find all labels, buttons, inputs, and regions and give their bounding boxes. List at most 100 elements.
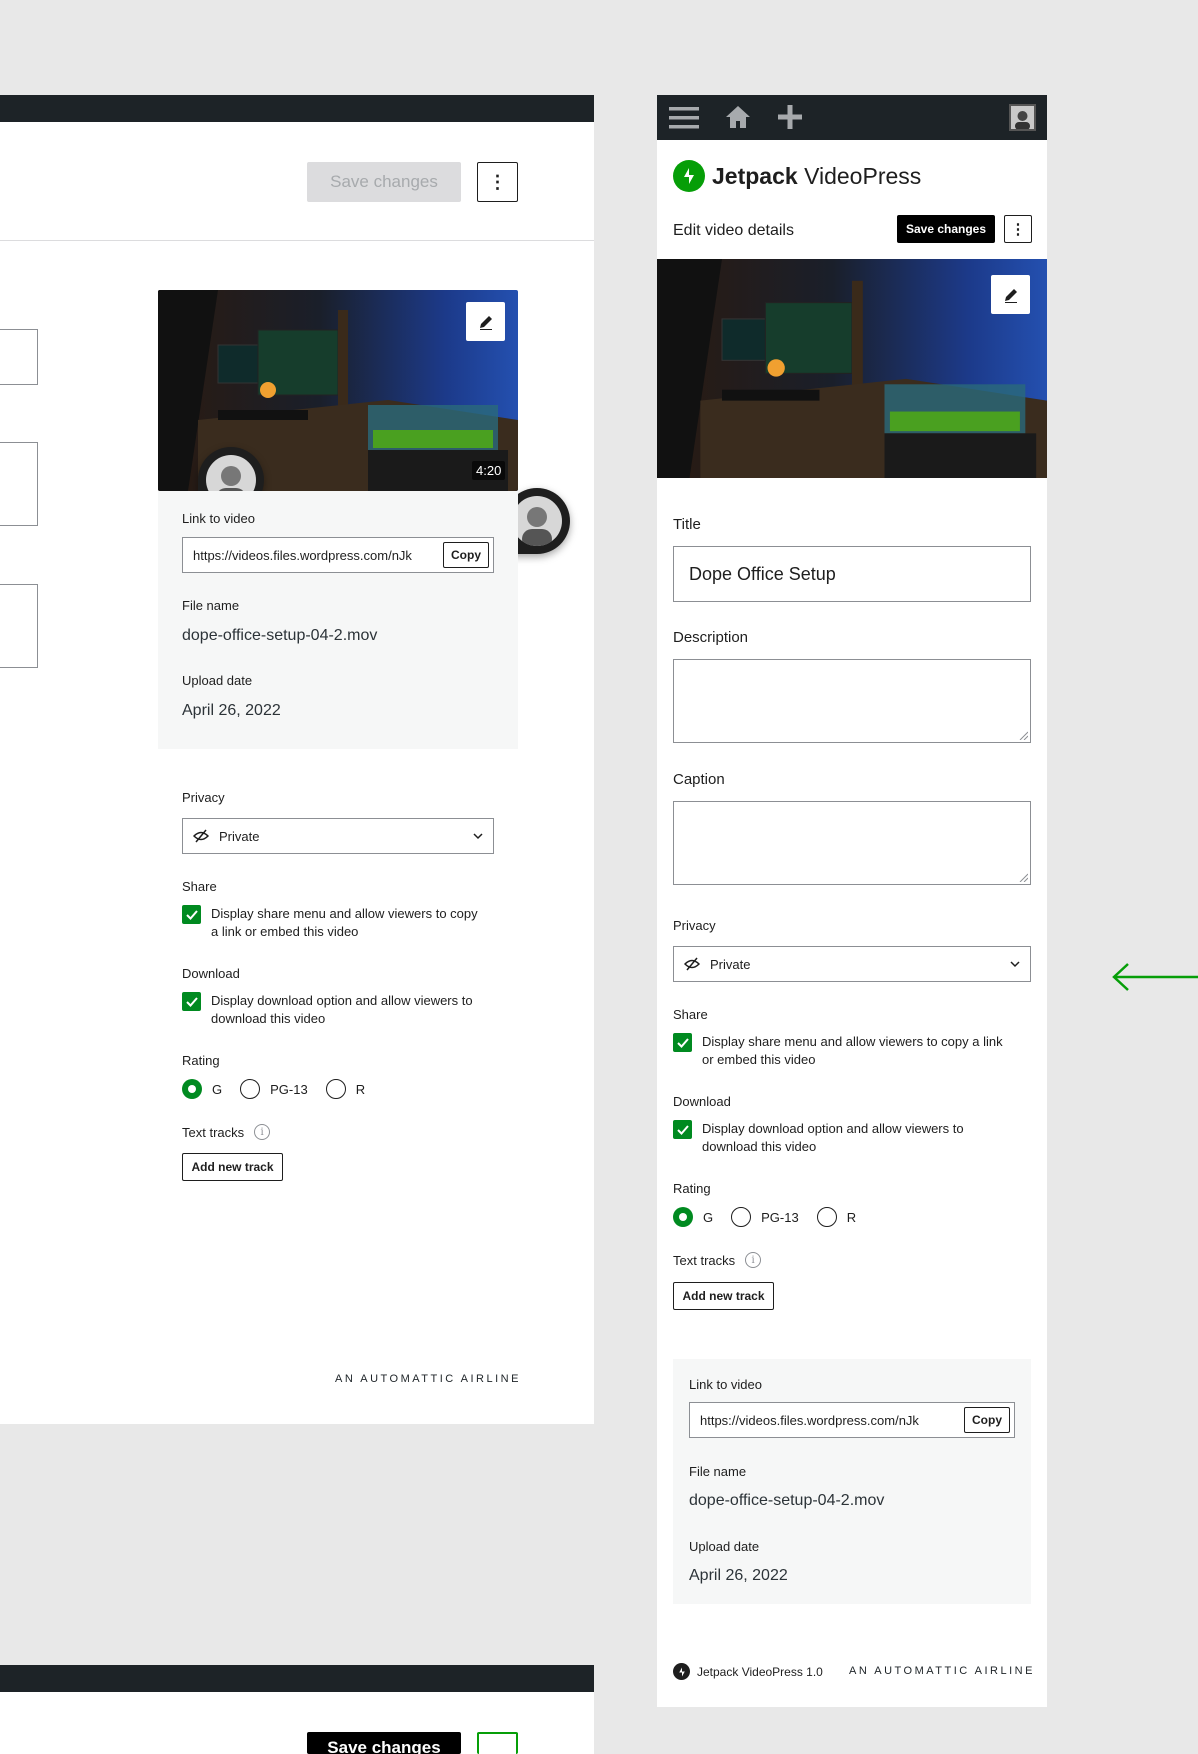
mobile-edit-thumbnail-button[interactable]: [991, 275, 1030, 314]
description-textarea[interactable]: [673, 659, 1031, 743]
text-tracks-label: Text tracks: [182, 1124, 245, 1140]
mobile-privacy-select[interactable]: Private: [673, 946, 1031, 982]
menu-icon[interactable]: [669, 106, 699, 130]
caption-textarea-cropped[interactable]: [0, 584, 38, 668]
file-name-label: File name: [182, 598, 240, 613]
more-options-button[interactable]: ⋮: [477, 162, 518, 202]
mobile-rating-radio-group: G PG-13 R: [673, 1207, 874, 1227]
jetpack-logo-icon: [673, 1663, 690, 1680]
office-scene-image: [657, 259, 1047, 478]
mobile-rating-option-pg13[interactable]: PG-13: [731, 1207, 799, 1227]
check-icon: [185, 996, 198, 1007]
mobile-automattic-airline-footer: AN AUTOMATTIC AIRLINE: [849, 1665, 1035, 1677]
kebab-icon: ⋮: [1010, 220, 1026, 238]
mobile-upload-date-label: Upload date: [689, 1539, 760, 1554]
radio-unselected[interactable]: [731, 1207, 752, 1227]
avatar[interactable]: [1009, 104, 1036, 131]
radio-unselected[interactable]: [240, 1079, 261, 1099]
more-options-button-focused[interactable]: [477, 1732, 518, 1754]
jetpack-videopress-brand: Jetpack VideoPress: [673, 160, 921, 192]
plus-icon[interactable]: [777, 104, 803, 130]
mobile-privacy-label: Privacy: [673, 918, 716, 933]
mobile-download-checkbox[interactable]: [673, 1120, 692, 1139]
caption-textarea[interactable]: [673, 801, 1031, 885]
rating-option-g[interactable]: G: [182, 1079, 222, 1099]
rating-label: Rating: [182, 1053, 220, 1068]
mobile-save-changes-button[interactable]: Save changes: [897, 215, 995, 243]
mobile-text-tracks-label: Text tracks: [673, 1252, 736, 1268]
mobile-share-checkbox-row[interactable]: Display share menu and allow viewers to …: [673, 1033, 1033, 1069]
mobile-link-to-video-field[interactable]: https://videos.files.wordpress.com/nJk C…: [689, 1402, 1015, 1438]
rating-option-label: R: [355, 1081, 366, 1097]
mobile-privacy-selected-value: Private: [710, 956, 751, 972]
resize-handle-icon[interactable]: [1018, 872, 1028, 882]
share-text-2: a link or embed this video: [211, 924, 359, 939]
share-checkbox-row[interactable]: Display share menu and allow viewers to …: [182, 905, 502, 941]
check-icon: [185, 909, 198, 920]
mobile-link-to-video-label: Link to video: [689, 1377, 762, 1392]
radio-selected[interactable]: [182, 1079, 202, 1099]
rating-option-pg13[interactable]: PG-13: [240, 1079, 308, 1099]
link-url-text: https://videos.files.wordpress.com/nJk: [193, 547, 412, 563]
mobile-footer-product: Jetpack VideoPress 1.0: [673, 1663, 823, 1680]
header-divider: [0, 240, 594, 241]
mobile-video-thumbnail[interactable]: [657, 259, 1047, 478]
mobile-share-checkbox[interactable]: [673, 1033, 692, 1052]
file-name-value: dope-office-setup-04-2.mov: [182, 627, 378, 644]
rating-option-label: PG-13: [761, 1209, 799, 1225]
description-textarea-cropped[interactable]: [0, 442, 38, 526]
footer-product-name: Jetpack VideoPress 1.0: [697, 1664, 823, 1679]
home-icon[interactable]: [725, 104, 751, 130]
caption-label: Caption: [673, 771, 725, 788]
brand-videopress: VideoPress: [804, 162, 922, 189]
title-input-cropped[interactable]: [0, 329, 38, 385]
download-label: Download: [182, 966, 240, 981]
rating-option-label: PG-13: [270, 1081, 308, 1097]
upload-date-value: April 26, 2022: [182, 702, 281, 719]
mobile-rating-option-g[interactable]: G: [673, 1207, 713, 1227]
mobile-rating-option-r[interactable]: R: [816, 1207, 856, 1227]
download-checkbox-row[interactable]: Display download option and allow viewer…: [182, 992, 502, 1028]
save-changes-button-active[interactable]: Save changes: [307, 1732, 461, 1754]
check-icon: [676, 1037, 689, 1048]
rating-option-label: G: [212, 1081, 223, 1097]
admin-topbar-bottom: [0, 1665, 594, 1692]
radio-unselected[interactable]: [325, 1079, 346, 1099]
edit-thumbnail-button[interactable]: [466, 302, 505, 341]
radio-unselected[interactable]: [816, 1207, 837, 1227]
mobile-download-text-1: Display download option and allow viewer…: [702, 1121, 964, 1136]
rating-option-r[interactable]: R: [325, 1079, 366, 1099]
title-input[interactable]: Dope Office Setup: [673, 546, 1031, 602]
share-checkbox[interactable]: [182, 905, 201, 924]
pencil-icon: [479, 315, 492, 330]
link-to-video-field[interactable]: https://videos.files.wordpress.com/nJk C…: [182, 537, 494, 573]
radio-selected[interactable]: [673, 1207, 693, 1227]
mobile-download-checkbox-row[interactable]: Display download option and allow viewer…: [673, 1120, 1033, 1156]
jetpack-logo-icon: [673, 160, 705, 192]
mobile-copy-link-button[interactable]: Copy: [964, 1407, 1010, 1433]
admin-topbar: [0, 95, 594, 122]
mobile-file-name-label: File name: [689, 1464, 747, 1479]
resize-handle-icon[interactable]: [1018, 730, 1028, 740]
copy-link-button[interactable]: Copy: [443, 542, 489, 568]
mobile-upload-date-value: April 26, 2022: [689, 1567, 788, 1584]
title-input-value: Dope Office Setup: [689, 563, 836, 584]
privacy-select[interactable]: Private: [182, 818, 494, 854]
download-checkbox[interactable]: [182, 992, 201, 1011]
info-icon[interactable]: i: [745, 1252, 762, 1268]
chevron-down-icon: [473, 833, 483, 840]
video-duration-badge: 4:20: [472, 461, 506, 480]
mobile-more-options-button[interactable]: ⋮: [1004, 215, 1032, 243]
private-eye-icon: [684, 957, 700, 971]
save-changes-button-disabled[interactable]: Save changes: [307, 162, 461, 202]
info-icon[interactable]: i: [254, 1124, 271, 1140]
pencil-icon: [1004, 288, 1017, 303]
private-eye-icon: [193, 829, 209, 843]
mobile-download-text-2: download this video: [702, 1139, 817, 1154]
rating-radio-group: G PG-13 R: [182, 1079, 383, 1099]
add-new-track-button[interactable]: Add new track: [182, 1153, 283, 1181]
rating-option-label: G: [703, 1209, 714, 1225]
share-label: Share: [182, 879, 217, 894]
mobile-add-new-track-button[interactable]: Add new track: [673, 1282, 774, 1310]
arrow-left-icon: [1112, 963, 1198, 991]
